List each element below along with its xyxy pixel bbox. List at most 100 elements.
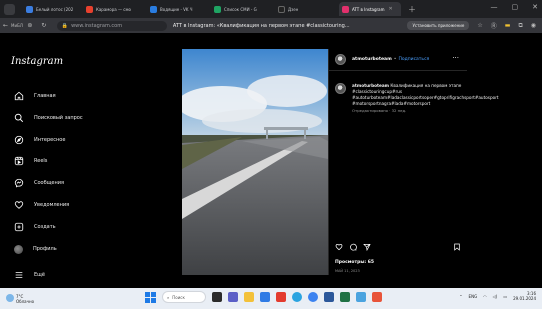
system-tray: ⌃ ENG ◠ ◁) ▭ 3:16 29.01.2024 <box>459 291 536 301</box>
reload-icon[interactable]: ↻ <box>37 22 51 29</box>
messenger-icon <box>14 178 24 188</box>
taskbar-apps: ⌕ Поиск <box>145 291 382 303</box>
sidebar-item-label: Главная <box>34 93 56 99</box>
tab-favicon <box>150 5 157 13</box>
more-options-icon[interactable]: ··· <box>452 54 459 62</box>
tab-favicon <box>26 5 33 13</box>
start-icon[interactable] <box>145 291 156 303</box>
tab-label: Список СМИ - G <box>224 6 257 12</box>
battery-icon[interactable]: ▬ <box>505 22 511 29</box>
url-text: www.instagram.com <box>71 22 123 29</box>
avatar[interactable] <box>335 54 346 65</box>
post-caption: atmoturboteam Квалификация на первом эта… <box>335 83 499 114</box>
tab-label: Карамора — смо <box>96 6 131 12</box>
avatar <box>14 244 23 254</box>
post-video[interactable] <box>182 49 328 275</box>
tab-favicon <box>86 5 93 13</box>
share-icon[interactable] <box>363 243 371 251</box>
post-actions <box>335 243 461 251</box>
url-field[interactable]: 🔒 www.instagram.com <box>56 20 167 31</box>
post-header: atmoturboteam • Подписаться ··· <box>329 49 467 71</box>
tab-actions-icon[interactable] <box>4 3 15 15</box>
back-icon[interactable]: ← <box>0 22 11 29</box>
minimize-icon[interactable]: — <box>491 3 498 11</box>
bookmark-star-icon[interactable]: ☆ <box>477 22 482 29</box>
tab-label: Белый лотос (202 <box>36 6 74 12</box>
excel-icon[interactable] <box>340 292 350 302</box>
sidebar-item-profile[interactable]: Профиль <box>14 242 57 256</box>
heart-icon <box>14 201 24 209</box>
app-icon[interactable] <box>372 292 382 302</box>
tab-label: ATT в Instagram <box>352 6 385 12</box>
clock[interactable]: 3:16 29.01.2024 <box>513 291 536 301</box>
store-icon[interactable] <box>260 292 270 302</box>
tab-label: Дзен <box>288 6 299 12</box>
reader-icon[interactable]: Ⓡ <box>491 21 497 30</box>
address-actions: ☆ Ⓡ ▬ ⧉ ◉ <box>477 21 536 31</box>
yandex-icon[interactable] <box>276 292 286 302</box>
sidebar-item-explore[interactable]: Интересное <box>14 133 65 147</box>
new-tab-icon[interactable]: ＋ <box>408 4 416 15</box>
sidebar-item-more[interactable]: Ещё <box>14 268 45 282</box>
taskbar-search[interactable]: ⌕ Поиск <box>162 291 206 303</box>
extensions-icon[interactable]: ⧉ <box>518 22 522 30</box>
comment-icon[interactable] <box>349 243 357 251</box>
install-app-label: Установить приложение <box>412 23 465 28</box>
plus-square-icon <box>14 222 24 232</box>
page-title: ATT в Instagram: «Квалификация на первом… <box>172 22 350 29</box>
post-username[interactable]: atmoturboteam <box>352 57 392 62</box>
browser-tab[interactable]: Водящие - VK Ч <box>147 2 209 16</box>
volume-icon[interactable]: ◁) <box>493 294 498 299</box>
word-icon[interactable] <box>324 292 334 302</box>
save-icon[interactable] <box>453 243 461 251</box>
maximize-icon[interactable]: ▢ <box>512 3 519 11</box>
telegram-icon[interactable] <box>292 292 302 302</box>
close-window-icon[interactable]: ✕ <box>532 3 538 11</box>
tab-label: Водящие - VK Ч <box>160 6 193 12</box>
lock-icon: 🔒 <box>61 22 69 29</box>
language-indicator[interactable]: ENG <box>469 294 478 299</box>
weather-cloud-icon <box>6 294 14 302</box>
browser-tab-active[interactable]: ATT в Instagram ✕ <box>339 2 401 16</box>
caption-username[interactable]: atmoturboteam <box>352 83 389 88</box>
close-tab-icon[interactable]: ✕ <box>389 6 393 12</box>
avatar[interactable] <box>335 83 346 94</box>
install-app-button[interactable]: Установить приложение <box>407 21 470 30</box>
sidebar-item-home[interactable]: Главная <box>14 89 56 103</box>
browser-tab[interactable]: Карамора — смо <box>83 2 145 16</box>
like-icon[interactable] <box>335 243 343 251</box>
sidebar-item-label: Создать <box>34 224 56 230</box>
compass-icon <box>14 135 24 145</box>
views-count: Просмотры: 65 <box>335 260 375 265</box>
browser-tab[interactable]: Белый лотос (202 <box>23 2 81 16</box>
sidebar-item-label: Reels <box>34 158 48 164</box>
battery-icon[interactable]: ▭ <box>503 294 507 299</box>
tab-favicon <box>342 5 349 13</box>
sidebar-item-create[interactable]: Создать <box>14 220 56 234</box>
post-details-panel: atmoturboteam • Подписаться ··· atmoturb… <box>328 49 499 275</box>
chevron-up-icon[interactable]: ⌃ <box>459 294 462 299</box>
sidebar-item-reels[interactable]: Reels <box>14 154 47 168</box>
follow-button[interactable]: Подписаться <box>398 57 429 62</box>
caption-text-block: atmoturboteam Квалификация на первом эта… <box>352 83 499 114</box>
photos-icon[interactable] <box>356 292 366 302</box>
sidebar-item-messages[interactable]: Сообщения <box>14 176 64 190</box>
browser-tab[interactable]: Список СМИ - G <box>211 2 273 16</box>
separator-dot: • <box>393 57 397 62</box>
forward-icon[interactable]: ⊛ <box>23 22 37 29</box>
weather-widget[interactable]: 7°C Облачно <box>16 294 34 304</box>
sidebar-item-notifications[interactable]: Уведомления <box>14 198 69 212</box>
wifi-icon[interactable]: ◠ <box>483 294 487 299</box>
sidebar-item-label: Уведомления <box>34 202 70 208</box>
browser-tab[interactable]: Дзен <box>275 2 337 16</box>
site-badge[interactable]: МиБЛ <box>11 23 23 28</box>
home-icon <box>14 91 24 101</box>
profile-icon[interactable]: ◉ <box>531 22 536 29</box>
sidebar-item-search[interactable]: Поисковый запрос <box>14 111 83 125</box>
chrome-icon[interactable] <box>308 292 318 302</box>
instagram-logo[interactable]: Instagram <box>11 56 63 67</box>
task-view-icon[interactable] <box>212 292 222 302</box>
explorer-icon[interactable] <box>244 292 254 302</box>
post-date: МАЙ 11, 2023 <box>335 269 360 273</box>
chat-icon[interactable] <box>228 292 238 302</box>
